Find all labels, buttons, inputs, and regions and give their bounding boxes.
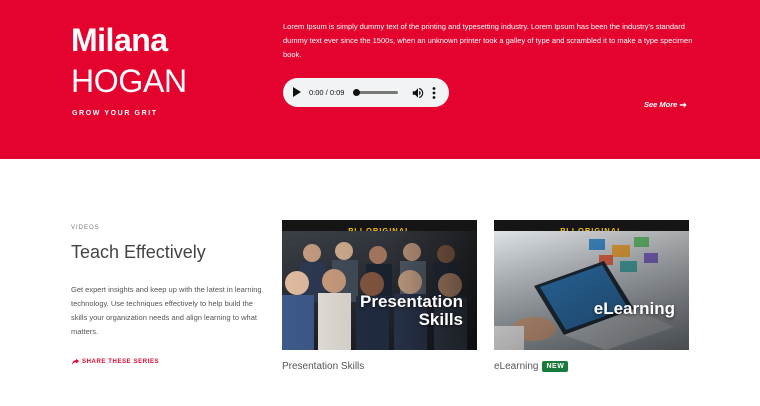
new-badge: NEW bbox=[542, 361, 569, 372]
audio-time: 0:00 / 0:09 bbox=[309, 88, 345, 97]
share-series-link[interactable]: SHARE THESE SERIES bbox=[72, 358, 159, 365]
card-overlay-line: Presentation bbox=[360, 292, 463, 311]
card-caption-presentation-skills[interactable]: Presentation Skills bbox=[282, 361, 364, 372]
video-card-elearning[interactable]: PLI ORIGINAL eLearning bbox=[494, 220, 689, 350]
audio-progress-thumb[interactable] bbox=[353, 89, 360, 96]
card-overlay-title: eLearning bbox=[594, 300, 675, 318]
audio-progress-slider[interactable] bbox=[353, 89, 398, 96]
hero-last-name: HOGAN bbox=[71, 63, 187, 99]
card-caption-label: Presentation Skills bbox=[282, 361, 365, 372]
card-overlay-line: Skills bbox=[418, 310, 463, 329]
card-banner: PLI ORIGINAL bbox=[282, 220, 477, 235]
hero-banner: Milana HOGAN GROW YOUR GRIT Lorem Ipsum … bbox=[0, 0, 760, 159]
see-more-link[interactable]: See More bbox=[644, 100, 687, 109]
hero-bio: Lorem Ipsum is simply dummy text of the … bbox=[283, 22, 693, 59]
volume-icon[interactable] bbox=[411, 86, 425, 100]
play-icon[interactable] bbox=[293, 87, 301, 97]
card-overlay-title: Presentation Skills bbox=[360, 293, 463, 329]
card-caption-elearning[interactable]: eLearning NEW bbox=[494, 361, 569, 372]
hero-first-name: Milana bbox=[71, 22, 168, 58]
section-description: Get expert insights and keep up with the… bbox=[71, 285, 262, 336]
video-card-presentation-skills[interactable]: PLI ORIGINAL Presentation Skills bbox=[282, 220, 477, 350]
audio-player: 0:00 / 0:09 bbox=[283, 78, 449, 107]
share-label: SHARE THESE SERIES bbox=[82, 358, 160, 365]
hero-tagline: GROW YOUR GRIT bbox=[72, 110, 158, 117]
see-more-label: See More bbox=[644, 100, 678, 109]
arrow-right-icon bbox=[680, 101, 687, 108]
more-options-icon[interactable] bbox=[431, 86, 437, 100]
laptop-photo bbox=[494, 231, 689, 350]
card-caption-label: eLearning bbox=[494, 361, 539, 372]
section-label: VIDEOS bbox=[71, 225, 100, 231]
card-banner: PLI ORIGINAL bbox=[494, 220, 689, 235]
audience-photo bbox=[282, 231, 477, 350]
share-icon bbox=[72, 358, 79, 365]
section-title: Teach Effectively bbox=[71, 242, 206, 262]
card-overlay-line: eLearning bbox=[593, 299, 675, 318]
